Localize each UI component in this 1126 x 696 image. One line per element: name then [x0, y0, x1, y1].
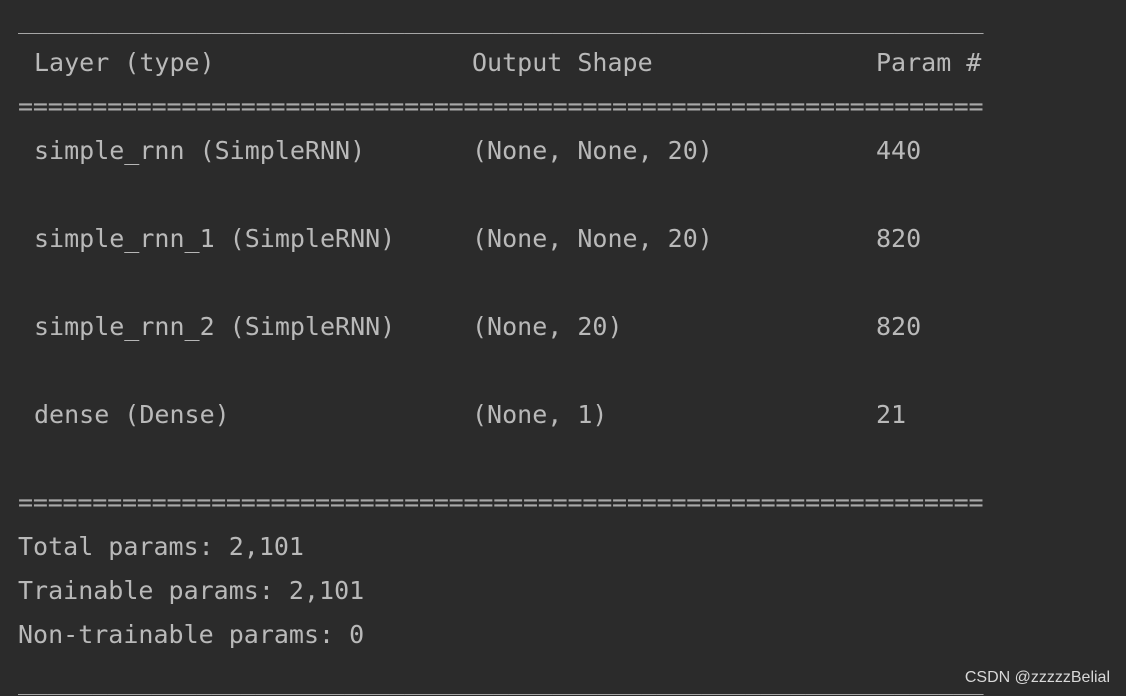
trainable-params: Trainable params: 2,101: [18, 576, 365, 605]
layer-output-shape: (None, 20): [472, 312, 623, 341]
header-layer-type: Layer (type): [34, 48, 215, 77]
non-trainable-params: Non-trainable params: 0: [18, 620, 365, 649]
layer-name: simple_rnn_1 (SimpleRNN): [34, 224, 396, 253]
layer-output-shape: (None, 1): [472, 400, 608, 429]
header-output-shape: Output Shape: [472, 48, 653, 77]
layer-param-count: 820: [876, 224, 922, 253]
layer-name: dense (Dense): [34, 400, 230, 429]
dash-rule-bottom: ________________________________________…: [18, 666, 984, 695]
equals-rule-footer: ========================================…: [18, 488, 984, 517]
csdn-watermark: CSDN @zzzzzBelial: [958, 666, 1110, 690]
layer-output-shape: (None, None, 20): [472, 224, 713, 253]
layer-param-count: 440: [876, 136, 922, 165]
total-params: Total params: 2,101: [18, 532, 304, 561]
layer-name: simple_rnn_2 (SimpleRNN): [34, 312, 396, 341]
header-param-count: Param #: [876, 48, 982, 77]
layer-name: simple_rnn (SimpleRNN): [34, 136, 366, 165]
dash-rule-top: ________________________________________…: [18, 5, 984, 34]
layer-param-count: 820: [876, 312, 922, 341]
equals-rule-header: ========================================…: [18, 92, 984, 121]
layer-output-shape: (None, None, 20): [472, 136, 713, 165]
layer-param-count: 21: [876, 400, 907, 429]
model-summary-console: ________________________________________…: [0, 0, 1126, 696]
